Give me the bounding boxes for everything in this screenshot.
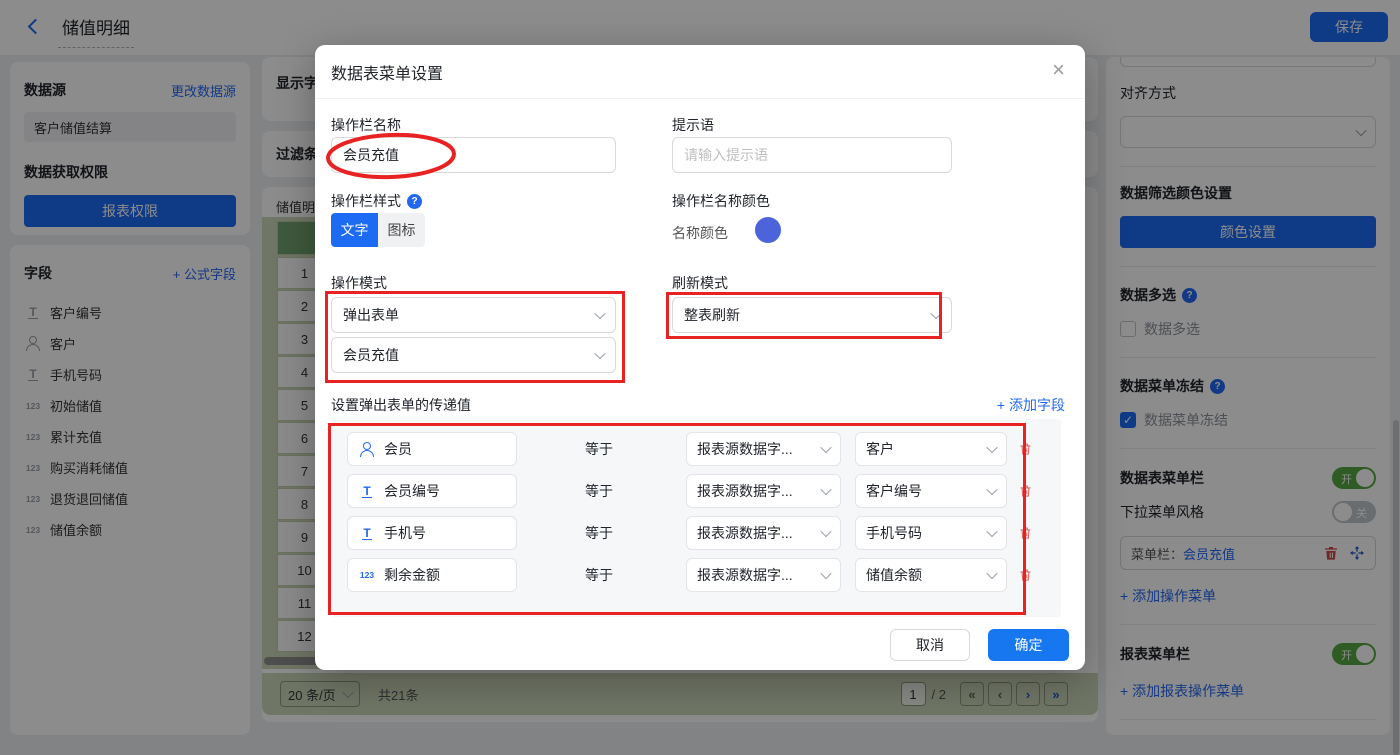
window-scrollbar[interactable] [1393,420,1399,755]
style-segmented-control: 文字 图标 [331,213,425,247]
modal-header: 数据表菜单设置 × [315,45,1085,99]
equals-label: 等于 [585,523,613,543]
name-color-title: 操作栏名称颜色 [672,191,770,211]
equals-label: 等于 [585,565,613,585]
transfer-source-select[interactable]: 报表源数据字... [686,432,841,466]
transfer-source-select[interactable]: 报表源数据字... [686,474,841,508]
refresh-mode-select[interactable]: 整表刷新 [672,297,952,333]
field-type-icon [358,484,376,499]
transfer-row: 手机号 等于 报表源数据字... 手机号码 [347,516,1045,550]
field-type-icon [358,526,376,541]
delete-row-icon[interactable] [1018,441,1033,457]
style-label: 操作栏样式 ? [331,191,422,211]
chevron-down-icon [986,442,997,453]
transfer-source-select[interactable]: 报表源数据字... [686,516,841,550]
transfer-row: 剩余金额 等于 报表源数据字... 储值余额 [347,558,1045,592]
transfer-source-value: 报表源数据字... [697,523,793,543]
chevron-down-icon [594,308,605,319]
transfer-row: 会员 等于 报表源数据字... 客户 [347,432,1045,466]
style-label-text: 操作栏样式 [331,191,401,211]
transfer-value-value: 手机号码 [866,523,922,543]
transfer-value-select[interactable]: 储值余额 [855,558,1007,592]
transfer-value-select[interactable]: 客户编号 [855,474,1007,508]
cancel-button[interactable]: 取消 [890,629,970,661]
transfer-field-box[interactable]: 会员编号 [347,474,517,508]
refresh-mode-label: 刷新模式 [672,273,728,293]
transfer-source-value: 报表源数据字... [697,565,793,585]
report-designer-app: 储值明细 保存 数据源 更改数据源 客户储值结算 数据获取权限 报表权限 字段 … [0,0,1400,755]
transfer-field-name: 手机号 [384,523,426,543]
help-icon[interactable]: ? [407,194,422,209]
transfer-field-box[interactable]: 剩余金额 [347,558,517,592]
chevron-down-icon [986,484,997,495]
transfer-field-box[interactable]: 会员 [347,432,517,466]
chevron-down-icon [986,526,997,537]
style-option-icon[interactable]: 图标 [378,213,425,247]
op-mode-label: 操作模式 [331,273,387,293]
equals-label: 等于 [585,481,613,501]
action-name-input[interactable] [331,137,616,173]
transfer-source-value: 报表源数据字... [697,481,793,501]
chevron-down-icon [820,484,831,495]
transfer-field-name: 剩余金额 [384,565,440,585]
field-type-icon [358,442,376,457]
op-mode-value: 弹出表单 [343,305,399,325]
transfer-row: 会员编号 等于 报表源数据字... 客户编号 [347,474,1045,508]
equals-label: 等于 [585,439,613,459]
chevron-down-icon [820,442,831,453]
transfer-source-select[interactable]: 报表源数据字... [686,558,841,592]
modal-title: 数据表菜单设置 [331,60,443,84]
delete-row-icon[interactable] [1018,567,1033,583]
name-color-label: 名称颜色 [672,223,728,243]
transfer-title: 设置弹出表单的传递值 [331,395,471,415]
delete-row-icon[interactable] [1018,483,1033,499]
chevron-down-icon [594,348,605,359]
style-option-text[interactable]: 文字 [331,213,378,247]
op-mode-form-select[interactable]: 会员充值 [331,337,616,373]
transfer-value-value: 储值余额 [866,565,922,585]
tooltip-input[interactable] [672,137,952,173]
close-icon[interactable]: × [1052,59,1065,81]
transfer-value-select[interactable]: 手机号码 [855,516,1007,550]
transfer-value-select[interactable]: 客户 [855,432,1007,466]
action-name-label: 操作栏名称 [331,115,401,135]
transfer-value-value: 客户 [866,439,894,459]
name-color-swatch[interactable] [755,217,781,243]
transfer-source-value: 报表源数据字... [697,439,793,459]
chevron-down-icon [820,568,831,579]
transfer-value-value: 客户编号 [866,481,922,501]
field-type-icon [358,568,376,583]
table-menu-settings-modal: 数据表菜单设置 × 操作栏名称 提示语 操作栏样式 ? 文字 图标 操作栏名称颜… [315,45,1085,670]
transfer-field-name: 会员编号 [384,481,440,501]
transfer-field-box[interactable]: 手机号 [347,516,517,550]
transfer-rows-panel: 会员 等于 报表源数据字... 客户 会员编号 [331,419,1061,617]
op-mode-form-value: 会员充值 [343,345,399,365]
op-mode-select[interactable]: 弹出表单 [331,297,616,333]
refresh-mode-value: 整表刷新 [684,305,740,325]
ok-button[interactable]: 确定 [988,629,1069,661]
chevron-down-icon [930,308,941,319]
add-field-link[interactable]: + 添加字段 [997,395,1065,415]
tooltip-label: 提示语 [672,115,714,135]
chevron-down-icon [820,526,831,537]
delete-row-icon[interactable] [1018,525,1033,541]
chevron-down-icon [986,568,997,579]
transfer-field-name: 会员 [384,439,412,459]
